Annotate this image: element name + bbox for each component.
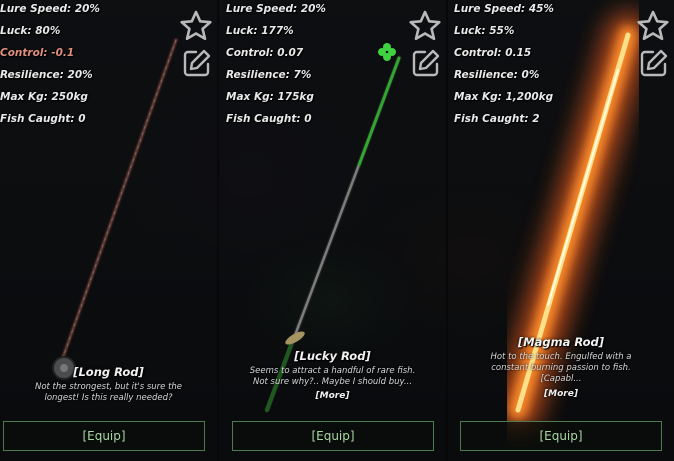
- rod-card-magma-rod: Lure Speed: 45% Luck: 55% Control: 0.15 …: [448, 0, 674, 461]
- rod-description-line: Hot to the touch. Engulfed with a: [490, 352, 632, 362]
- stat-fish-caught: Fish Caught: 0: [226, 113, 312, 125]
- stat-lure-speed: Lure Speed: 20%: [0, 3, 100, 15]
- equip-button[interactable]: [Equip]: [232, 421, 434, 451]
- rod-description-line: longest! Is this really needed?: [44, 393, 173, 403]
- equip-button[interactable]: [Equip]: [3, 421, 205, 451]
- equip-button[interactable]: [Equip]: [460, 421, 662, 451]
- more-link[interactable]: [More]: [448, 389, 674, 399]
- stat-control: Control: 0.07: [226, 47, 304, 59]
- rod-description-line: [Capabl...: [540, 374, 582, 384]
- stat-lure-speed: Lure Speed: 45%: [454, 3, 554, 15]
- stat-fish-caught: Fish Caught: 0: [0, 113, 86, 125]
- stat-lure-speed: Lure Speed: 20%: [226, 3, 326, 15]
- star-outline-icon[interactable]: [180, 10, 212, 42]
- rod-card-lucky-rod: Lure Speed: 20% Luck: 177% Control: 0.07…: [219, 0, 446, 461]
- stat-fish-caught: Fish Caught: 2: [454, 113, 540, 125]
- rod-description-line: Not the strongest, but it's sure the: [34, 382, 183, 392]
- stat-resilience: Resilience: 0%: [454, 69, 540, 81]
- stat-max-kg: Max Kg: 1,200kg: [454, 91, 554, 103]
- stat-resilience: Resilience: 20%: [0, 69, 93, 81]
- edit-pencil-icon[interactable]: [182, 48, 212, 78]
- stat-resilience: Resilience: 7%: [226, 69, 312, 81]
- stat-luck: Luck: 80%: [0, 25, 61, 37]
- stat-max-kg: Max Kg: 250kg: [0, 91, 88, 103]
- stat-luck: Luck: 177%: [226, 25, 294, 37]
- more-link[interactable]: [More]: [219, 391, 446, 401]
- rod-description-line: constant burning passion to fish.: [491, 363, 631, 373]
- rod-card-long-rod: Lure Speed: 20% Luck: 80% Control: -0.1 …: [0, 0, 217, 461]
- four-leaf-clover: [378, 43, 396, 61]
- stat-control: Control: -0.1: [0, 47, 75, 59]
- edit-pencil-icon[interactable]: [411, 48, 441, 78]
- star-outline-icon[interactable]: [637, 10, 669, 42]
- rod-name: [Magma Rod]: [517, 335, 605, 349]
- edit-pencil-icon[interactable]: [639, 48, 669, 78]
- rod-description-line: Seems to attract a handful of rare fish.: [249, 366, 416, 376]
- stat-luck: Luck: 55%: [454, 25, 515, 37]
- rod-description-line: Not sure why?.. Maybe I should buy...: [252, 377, 413, 387]
- rod-name: [Lucky Rod]: [294, 349, 371, 363]
- rod-name: [Long Rod]: [73, 365, 144, 379]
- star-outline-icon[interactable]: [409, 10, 441, 42]
- stat-max-kg: Max Kg: 175kg: [226, 91, 314, 103]
- stat-control: Control: 0.15: [454, 47, 532, 59]
